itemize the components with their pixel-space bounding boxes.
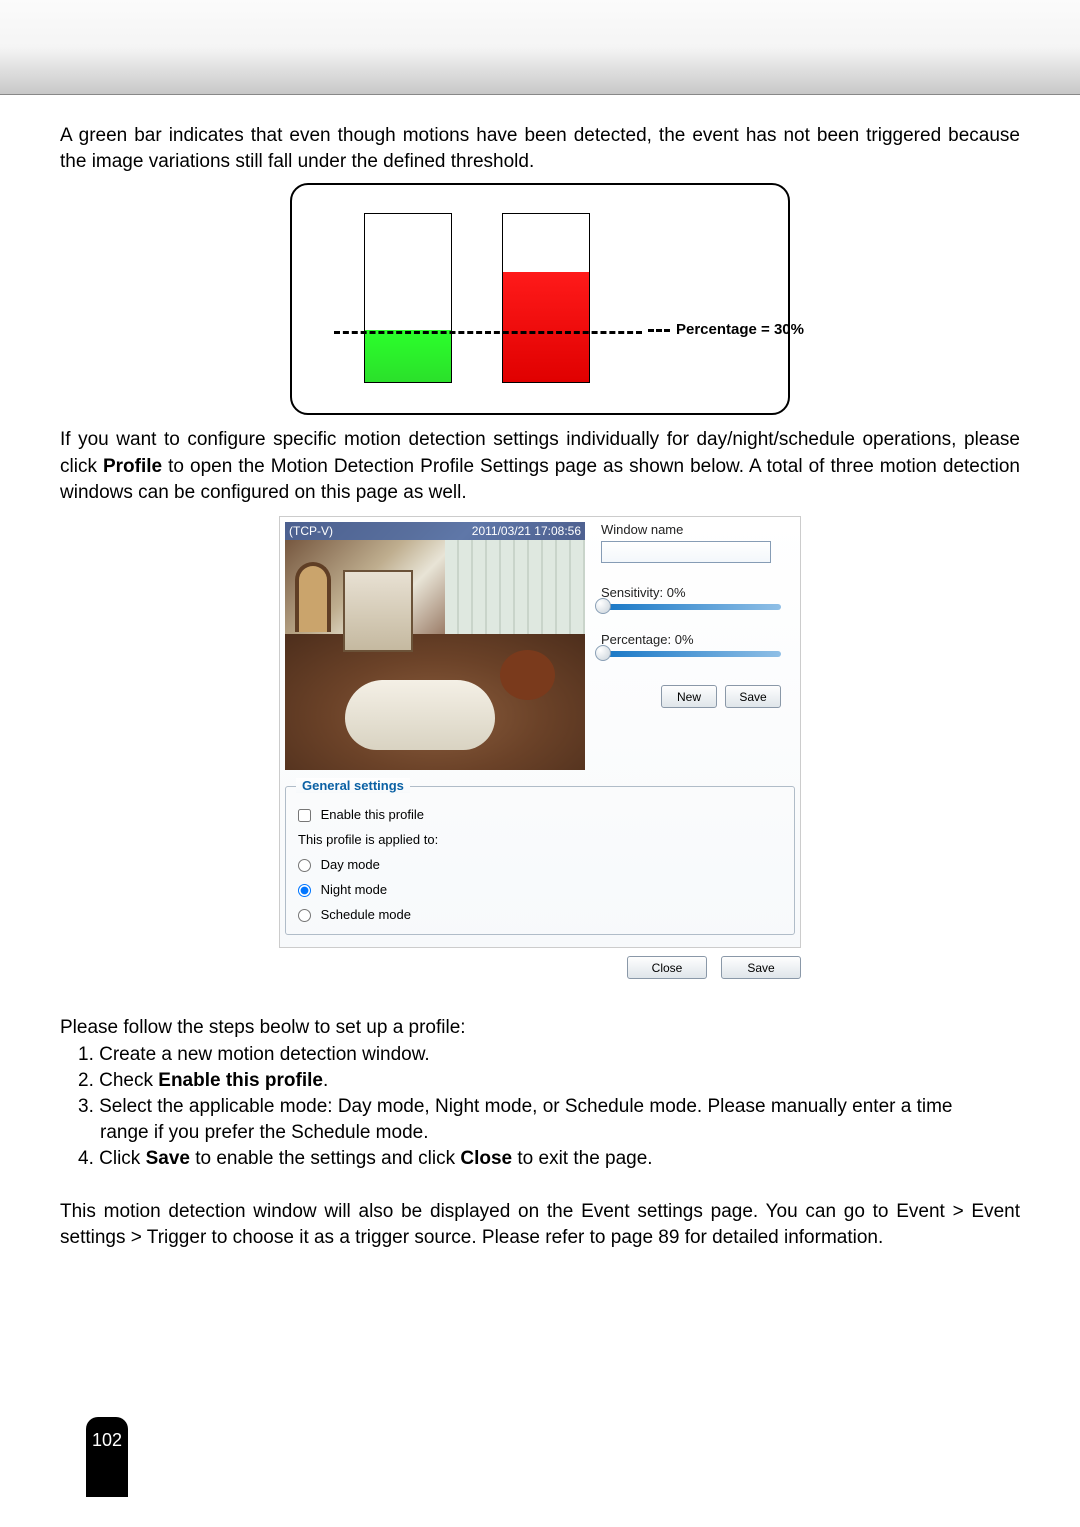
text: to open the Motion Detection Profile Set… <box>60 456 1020 503</box>
percentage-label: Percentage: 0% <box>601 632 789 647</box>
post-paragraph: This motion detection window will also b… <box>60 1199 1020 1251</box>
video-timestamp: 2011/03/21 17:08:56 <box>472 524 581 538</box>
step-3b: range if you prefer the Schedule mode. <box>60 1120 1020 1146</box>
step-3a: 3. Select the applicable mode: Day mode,… <box>60 1094 1020 1120</box>
video-protocol: (TCP-V) <box>289 524 333 538</box>
intro-paragraph-2: If you want to configure specific motion… <box>60 427 1020 506</box>
window-name-input[interactable] <box>601 541 771 563</box>
sensitivity-slider[interactable] <box>601 604 781 610</box>
threshold-label: Percentage = 30% <box>648 321 804 338</box>
night-mode-radio[interactable] <box>298 884 311 897</box>
video-preview[interactable]: (TCP-V) 2011/03/21 17:08:56 <box>285 522 585 770</box>
general-settings-legend: General settings <box>296 778 410 793</box>
save-button[interactable]: Save <box>725 685 781 708</box>
top-banner <box>0 0 1080 95</box>
threshold-diagram: Percentage = 30% <box>60 183 1020 415</box>
day-mode-radio[interactable] <box>298 859 311 872</box>
bar-green <box>364 213 452 383</box>
threshold-line <box>334 331 642 334</box>
steps-intro: Please follow the steps beolw to set up … <box>60 1015 1020 1041</box>
schedule-mode-label: Schedule mode <box>321 907 411 922</box>
page-number: 102 <box>86 1417 128 1497</box>
window-name-label: Window name <box>601 522 789 537</box>
step-1: 1. Create a new motion detection window. <box>60 1042 1020 1068</box>
night-mode-label: Night mode <box>321 882 387 897</box>
day-mode-label: Day mode <box>321 857 380 872</box>
sensitivity-label: Sensitivity: 0% <box>601 585 789 600</box>
page-content: A green bar indicates that even though m… <box>0 95 1080 1251</box>
profile-settings-panel: (TCP-V) 2011/03/21 17:08:56 Window name … <box>279 516 801 948</box>
step-2: 2. Check Enable this profile. <box>60 1068 1020 1094</box>
save-profile-button[interactable]: Save <box>721 956 801 979</box>
percentage-slider[interactable] <box>601 651 781 657</box>
intro-paragraph-1: A green bar indicates that even though m… <box>60 123 1020 175</box>
profile-word: Profile <box>103 456 162 477</box>
new-button[interactable]: New <box>661 685 717 708</box>
close-button[interactable]: Close <box>627 956 707 979</box>
applied-to-label: This profile is applied to: <box>298 832 782 847</box>
step-4: 4. Click Save to enable the settings and… <box>60 1146 1020 1172</box>
general-settings-fieldset: General settings Enable this profile Thi… <box>285 786 795 935</box>
enable-profile-checkbox[interactable] <box>298 809 311 822</box>
enable-profile-label: Enable this profile <box>321 807 424 822</box>
schedule-mode-radio[interactable] <box>298 909 311 922</box>
bar-red <box>502 213 590 383</box>
